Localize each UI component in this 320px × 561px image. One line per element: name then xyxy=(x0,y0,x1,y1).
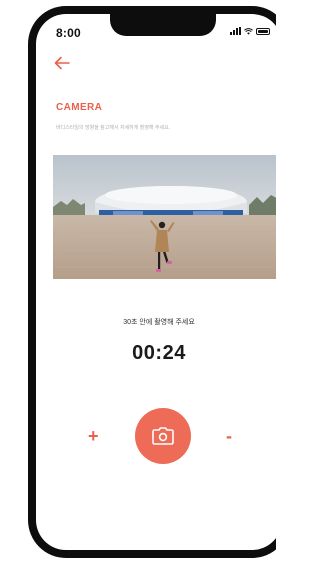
camera-icon xyxy=(152,427,174,445)
page-title: CAMERA xyxy=(56,102,103,113)
wifi-icon xyxy=(244,28,253,35)
arrow-left-icon[interactable] xyxy=(54,56,70,70)
status-icons xyxy=(230,27,270,35)
page-subtitle: 바디스타일의 방향을 참고해서 자세하게 촬영해 주세요. xyxy=(56,125,171,131)
phone-screen: 8:00 CAMERA 바디스타일의 방향을 참고해서 자세하게 촬영해 주세요… xyxy=(36,14,276,550)
phone-notch xyxy=(110,14,216,36)
battery-icon xyxy=(256,28,270,35)
camera-preview xyxy=(53,155,276,279)
minus-button[interactable]: - xyxy=(226,427,232,445)
countdown-timer: 00:24 xyxy=(132,342,186,364)
app-stage: 8:00 CAMERA 바디스타일의 방향을 참고해서 자세하게 촬영해 주세요… xyxy=(0,0,276,561)
status-time: 8:00 xyxy=(56,26,81,40)
plus-button[interactable]: + xyxy=(88,427,99,445)
signal-icon xyxy=(230,27,241,35)
capture-button[interactable] xyxy=(135,408,191,464)
capture-instruction: 30초 안에 촬영해 주세요 xyxy=(123,319,195,326)
